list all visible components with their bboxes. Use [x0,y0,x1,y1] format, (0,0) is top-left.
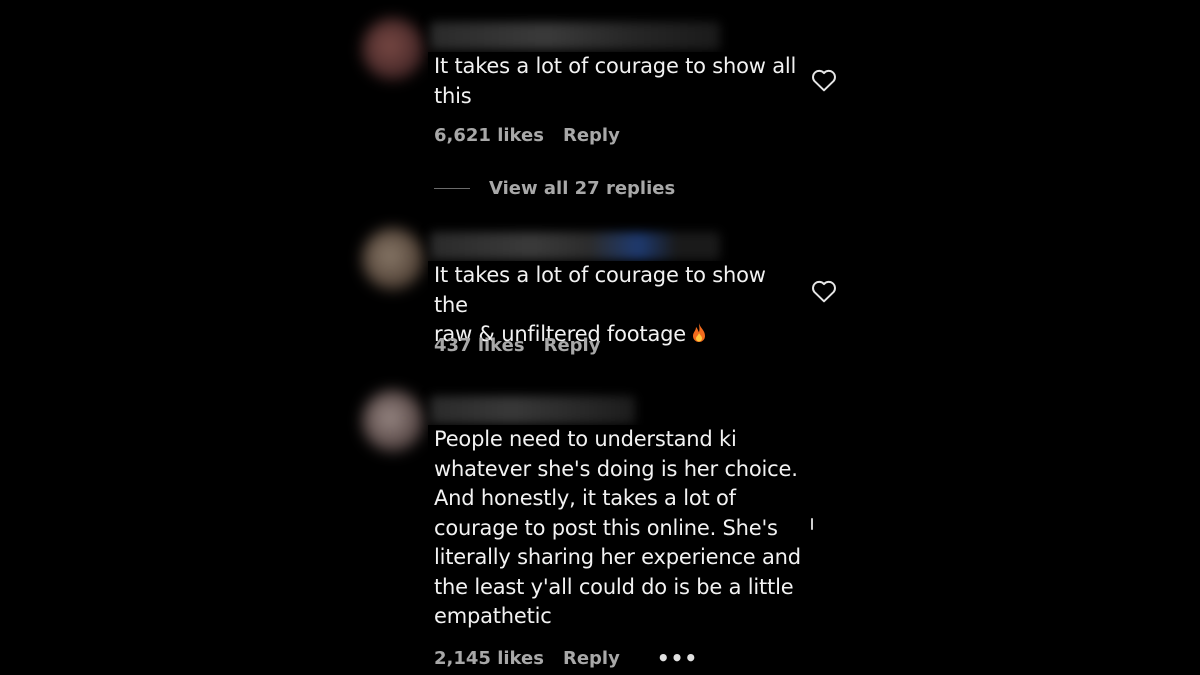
avatar[interactable] [362,390,424,452]
more-options-icon[interactable]: ••• [657,646,698,670]
comment-meta: 6,621 likes Reply [434,125,620,146]
comment-meta: 2,145 likes Reply ••• [434,646,698,670]
reply-button[interactable]: Reply [563,648,620,669]
replies-divider-line [434,188,470,189]
fire-emoji-icon [692,323,705,342]
avatar[interactable] [362,228,424,290]
heart-outline-icon[interactable] [811,279,837,303]
comment-text: It takes a lot of courage to show all th… [434,54,797,108]
likes-count[interactable]: 6,621 likes [434,125,544,146]
comment-text-content: It takes a lot of courage to show the ra… [434,263,766,346]
username-blurred[interactable] [430,22,720,50]
username-blurred[interactable] [430,232,720,260]
comment-text-box: It takes a lot of courage to show all th… [428,52,810,111]
view-replies-label[interactable]: View all 27 replies [489,178,675,199]
heart-outline-icon[interactable] [811,68,837,92]
comment-meta: 437 likes Reply [434,335,600,356]
view-replies-button[interactable]: View all 27 replies [434,178,675,199]
likes-count[interactable]: 437 likes [434,335,525,356]
likes-count[interactable]: 2,145 likes [434,648,544,669]
comment-text: People need to understand ki whatever sh… [434,427,801,628]
heart-outline-icon-partial[interactable] [811,518,813,530]
avatar[interactable] [362,18,424,80]
username-blurred[interactable] [430,396,635,424]
reply-button[interactable]: Reply [544,335,601,356]
comment-text-box: People need to understand ki whatever sh… [428,425,812,632]
reply-button[interactable]: Reply [563,125,620,146]
